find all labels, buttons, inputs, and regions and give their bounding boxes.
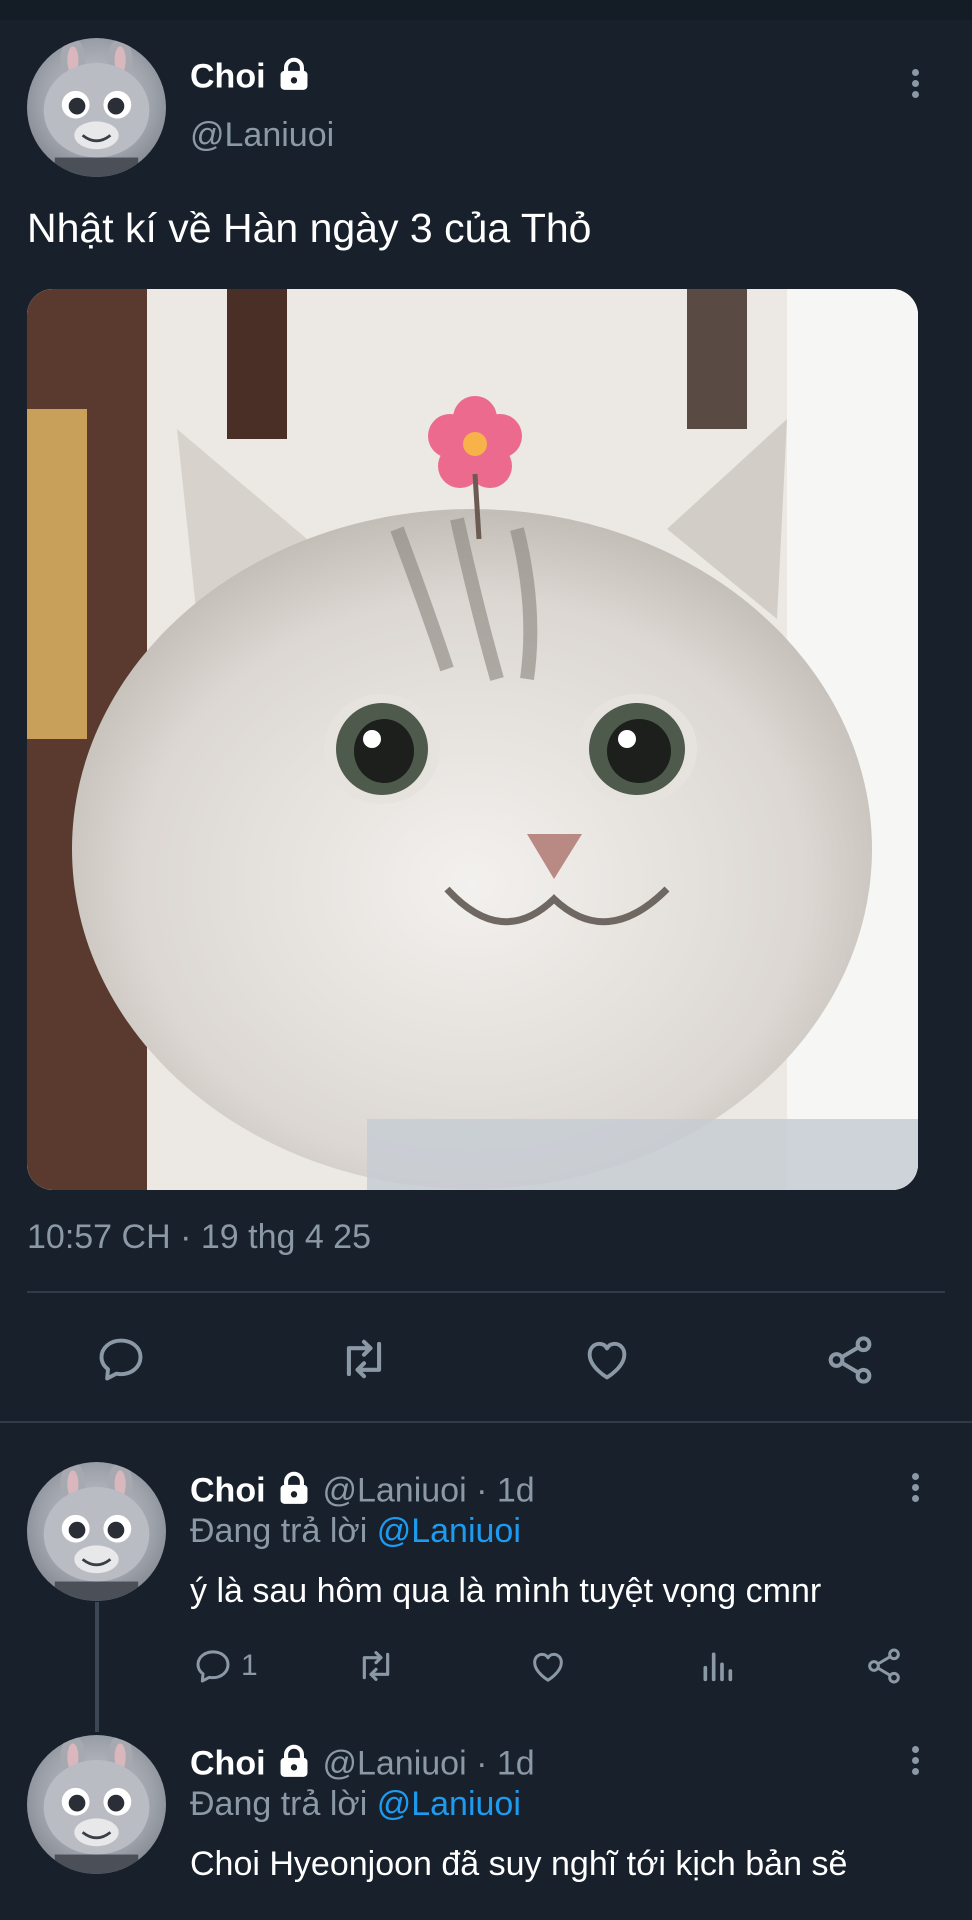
heart-icon	[533, 1652, 563, 1682]
avatar[interactable]	[27, 38, 166, 177]
avatar[interactable]	[27, 1735, 166, 1874]
author-name-text: Choi	[190, 57, 266, 96]
lock-icon	[275, 1742, 313, 1789]
author-name[interactable]: Choi @Laniuoi · 1d	[190, 1742, 535, 1789]
author-name-text: Choi	[190, 1744, 266, 1783]
reply-count: 1	[241, 1649, 258, 1682]
tweet-timestamp[interactable]: 10:57 CH · 19 thg 4 25	[27, 1218, 371, 1257]
avatar-image	[43, 1735, 150, 1874]
like-button[interactable]	[527, 1646, 569, 1686]
retweet-icon	[346, 1339, 382, 1379]
author-handle[interactable]: @Laniuoi	[190, 116, 334, 155]
share-button[interactable]	[823, 1333, 877, 1387]
replying-prefix: Đang trả lời	[190, 1785, 368, 1823]
smiling-cat-image	[27, 289, 918, 1190]
lock-icon	[275, 55, 313, 102]
views-button[interactable]	[697, 1646, 737, 1686]
retweet-icon	[362, 1651, 390, 1681]
heart-icon	[587, 1341, 627, 1380]
mention-link[interactable]: @Laniuoi	[377, 1512, 521, 1550]
share-button[interactable]	[864, 1646, 904, 1686]
retweet-button[interactable]	[354, 1646, 398, 1686]
tweet-text: Nhật kí về Hàn ngày 3 của Thỏ	[27, 205, 592, 251]
bar-chart-icon	[703, 1652, 733, 1682]
thread-line	[95, 1602, 99, 1732]
share-icon	[868, 1648, 900, 1684]
reply-button[interactable]	[95, 1333, 147, 1385]
author-handle[interactable]: @Laniuoi	[322, 1471, 466, 1509]
author-name-text: Choi	[190, 1471, 266, 1510]
reply-age: · 1d	[476, 1471, 535, 1510]
share-icon	[828, 1336, 872, 1384]
author-handle[interactable]: @Laniuoi	[322, 1744, 466, 1782]
reply-age: · 1d	[476, 1744, 535, 1783]
replying-prefix: Đang trả lời	[190, 1512, 368, 1550]
avatar-image	[43, 38, 150, 177]
reply-bubble-icon	[99, 1338, 143, 1381]
like-button[interactable]	[580, 1333, 634, 1385]
replying-to: Đang trả lời @Laniuoi	[190, 1512, 521, 1551]
reply-text: Choi Hyeonjoon đã suy nghĩ tới kịch bản …	[190, 1845, 848, 1883]
reply-bubble-icon	[196, 1650, 230, 1683]
tweet-image[interactable]	[27, 289, 918, 1190]
reply-button[interactable]: 1	[193, 1646, 258, 1686]
author-name[interactable]: Choi @Laniuoi · 1d	[190, 1469, 535, 1516]
status-bar-strip	[0, 0, 972, 20]
author-name[interactable]: Choi	[190, 55, 313, 102]
lock-icon	[275, 1469, 313, 1516]
avatar-image	[43, 1462, 150, 1601]
mention-link[interactable]: @Laniuoi	[377, 1785, 521, 1823]
retweet-button[interactable]	[336, 1333, 392, 1385]
more-vertical-icon[interactable]	[905, 1470, 925, 1510]
replying-to: Đang trả lời @Laniuoi	[190, 1785, 521, 1824]
more-vertical-icon[interactable]	[905, 66, 925, 106]
reply-text: ý là sau hôm qua là mình tuyệt vọng cmnr	[190, 1572, 822, 1610]
divider	[0, 1421, 972, 1423]
more-vertical-icon[interactable]	[905, 1743, 925, 1783]
avatar[interactable]	[27, 1462, 166, 1601]
divider	[27, 1291, 945, 1293]
